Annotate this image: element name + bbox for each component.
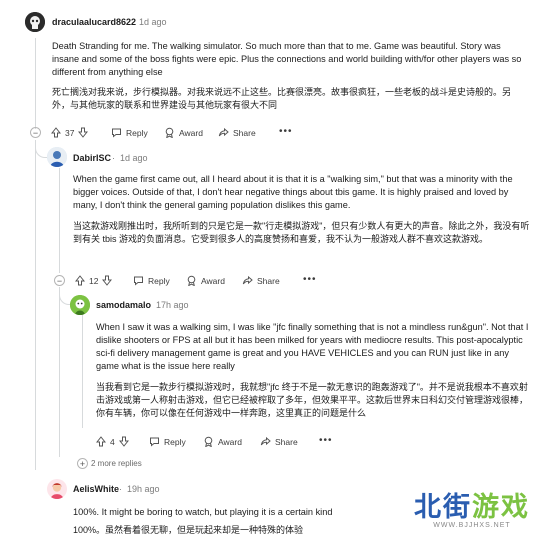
- reply-button[interactable]: Reply: [133, 275, 170, 286]
- watermark-logo-green: 游戏: [472, 492, 530, 522]
- watermark-logo-blue: 北街: [414, 492, 472, 522]
- username[interactable]: AelisWhite: [73, 484, 119, 494]
- timestamp[interactable]: 19h ago: [127, 484, 160, 494]
- watermark: 北街游戏 WWW.BJJHXS.NET: [414, 485, 530, 529]
- separator-dot: ·: [131, 17, 134, 27]
- avatar-icon: [25, 12, 45, 32]
- award-button[interactable]: Award: [164, 127, 203, 138]
- vote-controls: 37: [51, 127, 89, 138]
- upvote-icon[interactable]: [51, 127, 61, 138]
- collapse-button[interactable]: −: [30, 127, 41, 138]
- share-button[interactable]: Share: [218, 127, 256, 138]
- upvote-icon[interactable]: [75, 275, 85, 286]
- upvote-icon[interactable]: [96, 436, 106, 447]
- comment-translation: 死亡搁浅对我来说，步行模拟器。对我来说远不止这些。比赛很漂亮。故事很疯狂，一些老…: [52, 87, 512, 110]
- timestamp[interactable]: 17h ago: [156, 300, 189, 310]
- comment-text: When I saw it was a walking sim, I was l…: [96, 322, 529, 371]
- vote-controls: 4: [96, 436, 129, 447]
- vote-controls: 12: [75, 275, 113, 286]
- reply-button[interactable]: Reply: [149, 436, 186, 447]
- award-icon: [204, 436, 213, 447]
- downvote-icon[interactable]: [78, 127, 89, 138]
- comment-text: Death Stranding for me. The walking simu…: [52, 41, 522, 77]
- comment-translation: 100%。虽然看着很无聊，但是玩起来却是一种特殊的体验: [73, 525, 304, 535]
- thread-line-root-lower[interactable]: [35, 140, 36, 470]
- username[interactable]: samodamalo: [96, 300, 151, 310]
- vote-count: 37: [65, 127, 75, 138]
- award-icon: [165, 127, 174, 138]
- more-options-button[interactable]: •••: [319, 435, 333, 446]
- thread-line-dabir[interactable]: [59, 168, 60, 273]
- thread-line-samodamalo[interactable]: [82, 313, 83, 428]
- share-icon: [260, 436, 271, 446]
- avatar[interactable]: [70, 295, 90, 315]
- award-button[interactable]: Award: [186, 275, 225, 286]
- reply-icon: [150, 437, 159, 447]
- username[interactable]: draculaalucard8622: [52, 17, 136, 27]
- comment-text: When the game first came out, all I hear…: [73, 174, 513, 210]
- downvote-icon[interactable]: [102, 275, 113, 286]
- thread-line-root[interactable]: [35, 38, 36, 129]
- separator-dot: ·: [119, 484, 122, 494]
- share-icon: [218, 127, 229, 137]
- timestamp[interactable]: 1d ago: [139, 17, 167, 27]
- comment-text: 100%. It might be boring to watch, but p…: [73, 507, 333, 517]
- reply-icon: [134, 276, 143, 286]
- more-options-button[interactable]: •••: [303, 274, 317, 285]
- more-replies-link[interactable]: 2 more replies: [91, 459, 142, 468]
- username[interactable]: DabirISC: [73, 153, 111, 163]
- timestamp[interactable]: 1d ago: [120, 153, 148, 163]
- reply-button[interactable]: Reply: [111, 127, 148, 138]
- separator-dot: ·: [112, 153, 115, 163]
- avatar-icon: [47, 147, 67, 167]
- award-icon: [187, 275, 196, 286]
- comment-translation: 当我看到它是一款步行模拟游戏时，我就想"jfc 终于不是一款无意识的跑轰游戏了"…: [96, 382, 529, 418]
- avatar-icon: [70, 295, 90, 315]
- expand-replies-button[interactable]: +: [77, 458, 88, 469]
- share-icon: [242, 275, 253, 285]
- vote-count: 12: [89, 275, 99, 286]
- avatar[interactable]: [25, 12, 45, 32]
- reply-icon: [112, 128, 121, 138]
- watermark-logo: 北街游戏: [414, 485, 530, 524]
- separator-dot: ·: [148, 300, 151, 310]
- avatar[interactable]: [47, 479, 67, 499]
- downvote-icon[interactable]: [118, 436, 129, 447]
- more-options-button[interactable]: •••: [279, 126, 293, 137]
- avatar[interactable]: [47, 147, 67, 167]
- collapse-button[interactable]: −: [54, 275, 65, 286]
- comment-translation: 当这款游戏刚推出时，我所听到的只是它是一款"行走模拟游戏"，但只有少数人有更大的…: [73, 221, 530, 244]
- share-button[interactable]: Share: [260, 436, 298, 447]
- award-button[interactable]: Award: [203, 436, 242, 447]
- vote-count: 4: [110, 436, 115, 447]
- thread-line-dabir-lower[interactable]: [59, 287, 60, 457]
- avatar-icon: [47, 479, 67, 499]
- share-button[interactable]: Share: [242, 275, 280, 286]
